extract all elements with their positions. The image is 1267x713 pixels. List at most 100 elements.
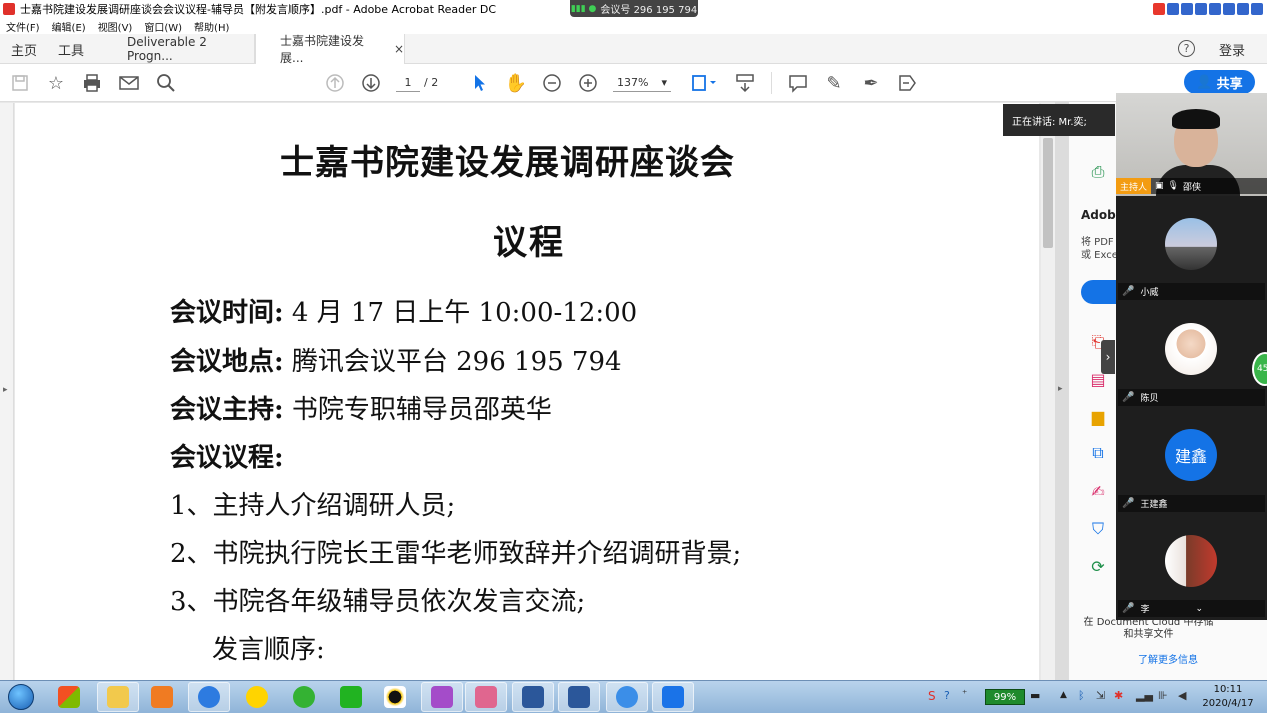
create-pdf-icon[interactable]: ⎙ <box>1088 162 1108 182</box>
tab-home[interactable]: 主页 <box>11 34 37 64</box>
taskbar-app[interactable] <box>512 682 554 712</box>
taskbar-app[interactable] <box>374 682 416 712</box>
search-icon[interactable] <box>155 72 177 94</box>
help-tray-icon[interactable]: ? <box>944 689 950 702</box>
menu-window[interactable]: 窗口(W) <box>144 19 182 34</box>
skin-icon[interactable] <box>1237 3 1249 15</box>
doc-tab-label: 士嘉书院建设发展... <box>280 34 365 65</box>
prev-page-icon[interactable] <box>324 72 346 94</box>
system-clock[interactable]: 10:11 2020/4/17 <box>1196 683 1260 711</box>
comment-tool-icon[interactable]: ▆ <box>1088 406 1108 426</box>
highlight-pen-icon[interactable]: ✎ <box>823 72 845 94</box>
expand-left-icon[interactable]: ▸ <box>3 385 8 395</box>
pdf-reader-icon <box>475 686 497 708</box>
scroll-mode-icon[interactable] <box>734 72 756 94</box>
collapse-video-panel-icon[interactable]: › <box>1101 340 1115 374</box>
save-icon[interactable] <box>9 72 31 94</box>
tray-expand-icon[interactable]: ▲ <box>1060 690 1067 700</box>
participant-avatar[interactable]: 建鑫 <box>1165 429 1217 481</box>
keyboard-icon[interactable] <box>1223 3 1235 15</box>
participant-avatar[interactable] <box>1165 323 1217 375</box>
bluetooth-icon[interactable]: ᛒ <box>1078 689 1085 702</box>
protect-icon[interactable]: ⛉ <box>1088 519 1108 539</box>
sign-icon[interactable]: ✒ <box>860 72 882 94</box>
meeting-id-pill[interactable]: ▮▮▮ ● 会议号 296 195 794 <box>570 0 698 17</box>
punct-icon[interactable] <box>1181 3 1193 15</box>
print-icon[interactable] <box>81 72 103 94</box>
close-tab-icon[interactable]: × <box>394 42 404 56</box>
next-page-icon[interactable] <box>360 72 382 94</box>
vertical-scrollbar[interactable] <box>1041 103 1055 680</box>
taskbar-app[interactable] <box>97 682 139 712</box>
device-icon[interactable]: ⇲ <box>1096 689 1105 702</box>
battery-indicator[interactable]: 99% <box>985 689 1025 705</box>
chevron-down-icon[interactable]: ⌄ <box>1195 604 1203 614</box>
send-sign-icon[interactable] <box>896 72 918 94</box>
taskbar-app[interactable] <box>283 682 325 712</box>
wifi-icon[interactable]: ⊪ <box>1158 689 1168 702</box>
time-value: 4 月 17 日上午 10:00-12:00 <box>291 298 638 328</box>
ime-zh-icon[interactable] <box>1167 3 1179 15</box>
taskbar-app[interactable] <box>236 682 278 712</box>
taskbar-app[interactable] <box>652 682 694 712</box>
taskbar-app[interactable] <box>465 682 507 712</box>
send-track-icon[interactable]: ⟳ <box>1088 556 1108 576</box>
participant-name: 小威 <box>1140 288 1159 298</box>
scrollbar-thumb[interactable] <box>1043 138 1053 248</box>
page-number-input[interactable]: 1 <box>396 74 420 92</box>
taskbar-app[interactable] <box>48 682 90 712</box>
sogou-tray-icon[interactable]: S <box>928 689 936 703</box>
taskbar-app[interactable] <box>421 682 463 712</box>
network-icon[interactable]: ▂▄ <box>1136 689 1153 702</box>
participant-avatar[interactable] <box>1165 535 1217 587</box>
combine-files-icon[interactable]: ⧉ <box>1088 443 1108 463</box>
tray-dot-icon[interactable]: ⁺ <box>962 689 967 700</box>
left-nav-collapse[interactable]: ▸ <box>0 103 14 680</box>
taskbar-app[interactable] <box>188 682 230 712</box>
fill-sign-icon[interactable]: ✍ <box>1088 481 1108 501</box>
taskbar-app[interactable] <box>141 682 183 712</box>
doc-tab-active[interactable]: 士嘉书院建设发展... × <box>255 34 405 65</box>
tab-tools[interactable]: 工具 <box>58 34 84 64</box>
power-icon[interactable]: ▬ <box>1030 689 1040 702</box>
hand-tool-icon[interactable]: ✋ <box>505 72 527 94</box>
comment-icon[interactable] <box>787 72 809 94</box>
expand-right-icon[interactable]: ▸ <box>1058 384 1063 394</box>
convert-button[interactable] <box>1081 280 1121 304</box>
zoom-out-icon[interactable] <box>541 72 563 94</box>
antivirus-icon[interactable]: ✱ <box>1114 689 1123 702</box>
emoji-icon[interactable] <box>1195 3 1207 15</box>
cloud-promo-text: 在 Document Cloud 中存储和共享文件 <box>1083 617 1214 640</box>
menu-view[interactable]: 视图(V) <box>98 19 133 34</box>
menu-edit[interactable]: 编辑(E) <box>52 19 86 34</box>
taskbar-app[interactable] <box>558 682 600 712</box>
menu-help[interactable]: 帮助(H) <box>194 19 229 34</box>
doc-tab-deliverable[interactable]: Deliverable 2 Progn... <box>113 34 255 64</box>
login-link[interactable]: 登录 <box>1219 34 1245 64</box>
taskbar-app[interactable] <box>330 682 372 712</box>
fit-page-icon[interactable] <box>688 72 718 94</box>
star-icon[interactable]: ☆ <box>45 72 67 94</box>
zoom-in-icon[interactable] <box>577 72 599 94</box>
start-button[interactable] <box>4 682 38 712</box>
doc-tab-label: Deliverable 2 Progn... <box>127 35 207 63</box>
volume-icon[interactable]: ◀ <box>1178 689 1186 702</box>
help-icon[interactable]: ? <box>1178 40 1195 57</box>
share-button[interactable]: 👤 共享 <box>1184 70 1255 94</box>
mail-icon[interactable] <box>118 72 140 94</box>
participant-name-bar: 🎤 王建鑫 <box>1118 495 1265 512</box>
media-player-icon <box>151 686 173 708</box>
participant-avatar[interactable] <box>1165 218 1217 270</box>
toolbox-icon[interactable] <box>1251 3 1263 15</box>
learn-more-link[interactable]: 了解更多信息 <box>1138 651 1198 666</box>
select-cursor-icon[interactable] <box>469 72 491 94</box>
input-method-bar[interactable] <box>1153 1 1267 17</box>
zoom-select[interactable]: 137% ▾ <box>613 74 671 92</box>
host-value: 书院专职辅导员邵英华 <box>291 395 552 425</box>
tencent-meeting-icon <box>662 686 684 708</box>
acrobat-app-icon <box>3 3 15 15</box>
taskbar-app[interactable] <box>606 682 648 712</box>
sogou-icon[interactable] <box>1153 3 1165 15</box>
menu-file[interactable]: 文件(F) <box>6 19 40 34</box>
mic-icon[interactable] <box>1209 3 1221 15</box>
